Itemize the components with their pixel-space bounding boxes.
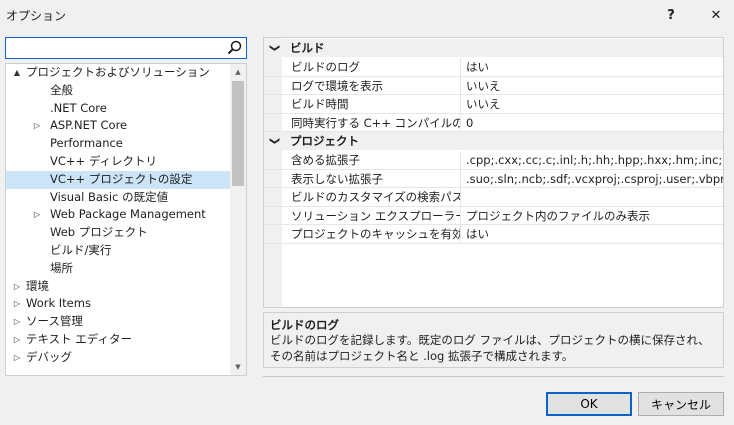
property-value[interactable]: はい (466, 225, 723, 243)
property-name: ビルド時間 (291, 95, 461, 113)
close-button[interactable]: ✕ (704, 4, 728, 26)
tree-item[interactable]: 場所 (6, 260, 230, 278)
collapse-arrow-icon[interactable]: ▲ (12, 64, 22, 82)
tree-item-label: Web プロジェクト (50, 225, 148, 240)
property-value[interactable] (466, 188, 723, 206)
tree-item[interactable]: Performance (6, 135, 230, 153)
description-title: ビルドのログ (270, 318, 339, 332)
search-input[interactable] (6, 38, 222, 58)
property-name: 同時実行する C++ コンパイルの最大 (291, 113, 461, 132)
expand-arrow-icon[interactable]: ▷ (32, 117, 42, 135)
category-row[interactable]: ❯ ビルド (264, 39, 723, 57)
property-value[interactable]: 0 (466, 114, 723, 132)
category-label: プロジェクト (290, 134, 359, 148)
category-collapse-icon[interactable]: ❯ (265, 44, 283, 52)
tree-item-label: 環境 (26, 278, 49, 293)
expand-arrow-icon[interactable]: ▷ (12, 295, 22, 313)
expand-arrow-icon[interactable]: ▷ (12, 349, 22, 367)
expand-arrow-icon[interactable]: ▷ (12, 313, 22, 331)
property-name: 含める拡張子 (291, 151, 461, 169)
scroll-thumb[interactable] (232, 81, 244, 186)
tree-item-label: Work Items (26, 296, 91, 311)
tree-scrollbar[interactable]: ▲ ▼ (230, 64, 246, 375)
property-value[interactable]: いいえ (466, 95, 723, 113)
options-tree: ▲ プロジェクトおよびソリューション全般 .NET Core ▷ ASP.NET Cor… (5, 63, 247, 376)
property-name: ログで環境を表示 (291, 76, 461, 95)
tree-item[interactable]: ▷ 環境 (6, 278, 230, 296)
tree-item-label: VC++ プロジェクトの設定 (50, 171, 193, 186)
property-name: プロジェクトのキャッシュを有効にする (291, 225, 461, 243)
tree-item-label: Web Package Management (50, 207, 206, 222)
property-name: ビルドのログ (291, 58, 461, 76)
property-value[interactable]: .cpp;.cxx;.cc;.c;.inl;.h;.hh;.hpp;.hxx;.… (466, 151, 723, 169)
tree-item[interactable]: Web プロジェクト (6, 224, 230, 242)
ok-button[interactable]: OK (546, 392, 632, 416)
description-text: ビルドのログを記録します。既定のログ ファイルは、プロジェクトの横に保存され、そ… (270, 333, 710, 363)
property-row[interactable]: 表示しない拡張子 .suo;.sln;.ncb;.sdf;.vcxproj;.cs… (264, 169, 723, 188)
tree-item-label: ASP.NET Core (50, 118, 128, 133)
property-grid: ❯ ビルド ビルドのログ はい ログで環境を表示 いいえ ビルド時間 いいえ 同時実行する C+… (263, 37, 724, 308)
tree-item-label: 全般 (50, 82, 73, 97)
tree-item-label: Performance (50, 136, 123, 151)
tree-item[interactable]: ▷ Web Package Management (6, 206, 230, 224)
window-title: オプション (6, 9, 67, 23)
tree-item-label: ソース管理 (26, 314, 83, 329)
property-row[interactable]: ログで環境を表示 いいえ (264, 76, 723, 95)
property-row[interactable]: ソリューション エクスプローラー モードプロジェクト内のファイルのみ表示 (264, 206, 723, 225)
title-bar: オプション ? ✕ (0, 0, 734, 30)
property-name: 表示しない拡張子 (291, 169, 461, 188)
tree-item[interactable]: ▷ ASP.NET Core (6, 117, 230, 135)
tree-item-label: .NET Core (50, 100, 107, 115)
tree-item[interactable]: ▷ テキスト エディター (6, 331, 230, 349)
property-row[interactable]: ビルド時間 いいえ (264, 95, 723, 114)
category-label: ビルド (290, 41, 325, 55)
tree-item[interactable]: ▷ デバッグ (6, 349, 230, 367)
expand-arrow-icon[interactable]: ▷ (12, 278, 22, 296)
options-dialog: オプション ? ✕ ▲ プロジェクトおよびソリューション全般 .NET Core ▷ A… (0, 0, 734, 425)
tree-item-label: ビルド/実行 (50, 242, 112, 257)
property-value[interactable]: いいえ (466, 77, 723, 95)
scroll-down-icon[interactable]: ▼ (230, 359, 246, 375)
expand-arrow-icon[interactable]: ▷ (12, 331, 22, 349)
tree-item[interactable]: ビルド/実行 (6, 242, 230, 260)
property-name: ソリューション エクスプローラー モード (291, 206, 461, 225)
scroll-up-icon[interactable]: ▲ (230, 64, 246, 80)
property-value[interactable]: はい (466, 58, 723, 76)
property-row[interactable]: ビルドのログ はい (264, 58, 723, 77)
property-row[interactable]: 含める拡張子 .cpp;.cxx;.cc;.c;.inl;.h;.hh;.hpp;… (264, 151, 723, 170)
tree-item[interactable]: VC++ ディレクトリ (6, 153, 230, 171)
description-panel: ビルドのログ ビルドのログを記録します。既定のログ ファイルは、プロジェクトの横… (263, 312, 724, 368)
category-row[interactable]: ❯ プロジェクト (264, 132, 723, 150)
property-row[interactable]: 同時実行する C++ コンパイルの最大 0 (264, 113, 723, 132)
tree-item[interactable]: VC++ プロジェクトの設定 (6, 170, 230, 189)
tree-item-label: デバッグ (26, 349, 72, 364)
tree-list: ▲ プロジェクトおよびソリューション全般 .NET Core ▷ ASP.NET Cor… (6, 64, 230, 367)
tree-item[interactable]: Visual Basic の既定値 (6, 189, 230, 207)
category-collapse-icon[interactable]: ❯ (265, 137, 283, 145)
tree-item-label: テキスト エディター (26, 331, 133, 346)
property-row[interactable]: ビルドのカスタマイズの検索パス (264, 188, 723, 207)
tree-item-label: 場所 (50, 260, 73, 275)
tree-item[interactable]: 全般 (6, 82, 230, 100)
tree-item-label: プロジェクトおよびソリューション (26, 65, 210, 79)
expand-arrow-icon[interactable]: ▷ (32, 206, 42, 224)
help-button[interactable]: ? (659, 4, 683, 26)
tree-item[interactable]: .NET Core (6, 100, 230, 118)
property-row[interactable]: プロジェクトのキャッシュを有効にするはい (264, 225, 723, 244)
tree-item-label: Visual Basic の既定値 (50, 189, 169, 204)
tree-item[interactable]: ▷ Work Items (6, 295, 230, 313)
separator (263, 376, 724, 377)
property-value[interactable]: .suo;.sln;.ncb;.sdf;.vcxproj;.csproj;.us… (466, 170, 723, 188)
tree-item[interactable]: ▷ ソース管理 (6, 313, 230, 331)
search-box (5, 37, 247, 59)
search-icon[interactable] (226, 39, 244, 57)
tree-item[interactable]: ▲ プロジェクトおよびソリューション (6, 64, 230, 82)
property-value[interactable]: プロジェクト内のファイルのみ表示 (466, 207, 723, 225)
property-name: ビルドのカスタマイズの検索パス (291, 188, 461, 206)
tree-item-label: VC++ ディレクトリ (50, 153, 158, 168)
cancel-button[interactable]: キャンセル (638, 392, 724, 416)
